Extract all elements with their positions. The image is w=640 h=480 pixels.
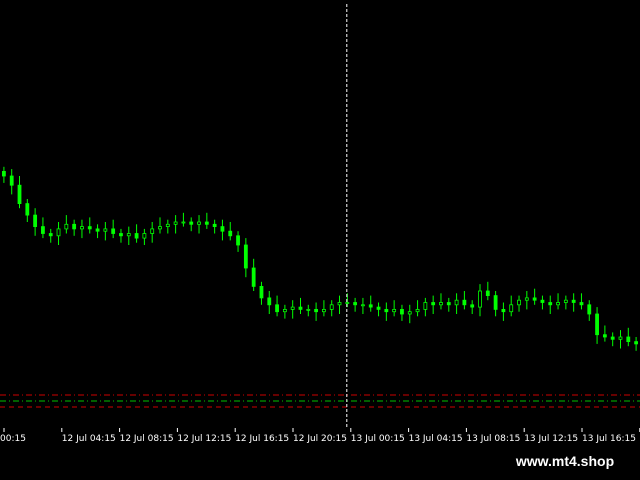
candle-body [251,267,256,287]
candle-body [618,336,623,340]
candle-body [431,302,436,306]
candle-body [376,306,381,310]
candle-body [532,297,537,301]
candle-body [158,226,162,230]
candle-body [64,223,69,230]
candle-body [462,299,467,306]
candle-body [454,299,459,306]
time-tick-label: 13 Jul 04:15 [409,434,463,444]
time-tick-label: 13 Jul 08:15 [466,434,520,444]
candle-body [298,306,303,310]
candle-body [423,302,428,310]
candle-body [72,223,77,230]
candle-body [548,302,553,306]
candle-body [626,336,631,342]
candle-body [142,233,147,239]
candle-body [275,304,279,313]
candle-body [595,313,599,336]
candle-body [189,221,194,225]
candle-body [150,228,155,234]
candle-body [384,308,389,313]
candle-body [259,285,264,299]
time-tick-label: 13 Jul 00:15 [351,434,405,444]
candle-body [509,304,514,313]
candle-body [314,308,318,313]
candle-body [368,304,373,308]
candle-body [119,233,123,237]
candle-body [415,308,420,313]
candle-body [48,233,53,237]
candle-body [322,308,326,313]
candle-body [478,290,482,308]
candle-body [80,226,84,230]
candle-body [446,302,451,306]
time-tick-label: 12 Jul 16:15 [235,434,289,444]
candle-body [25,203,30,216]
candle-body [9,175,14,186]
candle-body [392,308,397,313]
candle-body [41,226,45,234]
time-tick-label: 00:15 [0,434,26,444]
time-tick-label: 12 Jul 12:15 [177,434,231,444]
candle-body [267,297,272,306]
candle-body [33,214,38,228]
candle-body [56,228,61,237]
candle-body [337,302,342,306]
time-tick-label: 12 Jul 20:15 [293,434,347,444]
candle-body [407,311,412,315]
candle-body [485,290,490,296]
candle-body [587,304,592,315]
candle-body [181,221,186,224]
candlestick-series [2,166,638,351]
candle-body [236,235,240,246]
candle-body [579,302,584,306]
candle-body [353,302,358,306]
candle-body [439,302,443,306]
candle-body [540,299,545,303]
candle-body [610,336,615,340]
candle-body [282,308,287,313]
candle-body [95,228,100,232]
candle-body [329,304,334,310]
candle-body [87,226,92,230]
candle-body [602,334,607,338]
candle-body [212,223,217,228]
horizontal-levels [0,394,640,408]
candle-body [556,302,560,306]
candle-body [571,299,576,303]
candle-body [220,226,225,232]
candle-body [228,230,233,237]
candle-body [634,341,638,345]
time-tick-label: 13 Jul 12:15 [524,434,578,444]
time-tick-label: 12 Jul 04:15 [62,434,116,444]
candle-body [501,308,506,313]
price-chart[interactable]: 00:15 12 Jul 04:15 12 Jul 08:15 12 Jul 12:1… [0,0,640,480]
chart-window[interactable]: 00:15 12 Jul 04:15 12 Jul 08:15 12 Jul 12:1… [0,0,640,480]
candle-body [17,184,22,204]
candle-body [173,221,178,225]
candle-body [470,304,475,308]
candle-body [2,170,6,177]
time-tick-label: 12 Jul 08:15 [120,434,174,444]
candle-body [563,299,568,303]
candle-body [524,297,529,301]
candle-body [345,302,350,304]
candle-body [517,299,521,306]
candle-body [165,223,170,228]
watermark: www.mt4.shop [498,450,640,472]
time-tick-label: 13 Jul 16:15 [582,434,636,444]
candle-body [361,304,365,307]
candle-body [290,306,295,310]
candle-body [204,221,209,225]
candle-body [197,221,201,225]
candle-body [306,308,311,311]
candle-body [400,308,404,315]
candle-body [493,295,498,310]
candle-body [111,228,116,234]
candle-body [126,233,131,237]
candle-body [134,233,139,239]
candle-body [243,244,248,269]
candle-body [103,228,108,232]
time-axis: 00:15 12 Jul 04:15 12 Jul 08:15 12 Jul 12:1… [0,428,640,444]
